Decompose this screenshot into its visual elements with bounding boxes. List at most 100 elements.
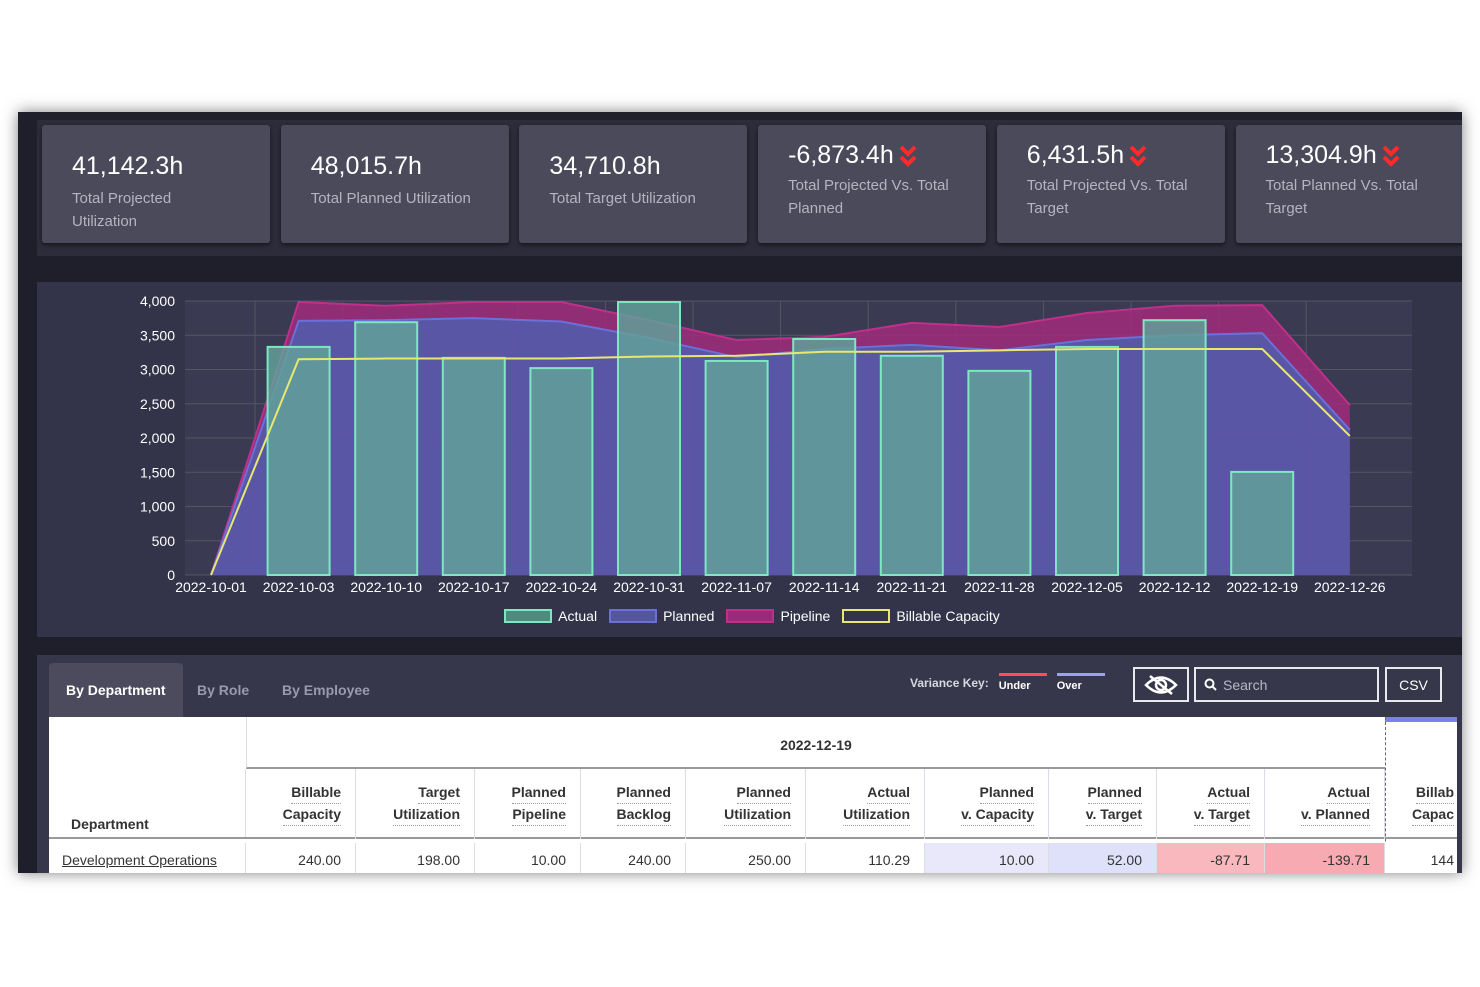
actual-bar <box>704 359 769 576</box>
card-value: 48,015.7h <box>310 152 422 180</box>
x-tick-label: 2022-10-01 <box>175 579 247 595</box>
double-chevron-down-icon <box>899 145 917 167</box>
actual-bar <box>266 345 331 576</box>
card-value: 34,710.8h <box>549 152 661 180</box>
y-tick-label: 1,000 <box>140 499 175 515</box>
x-tick-label: 2022-11-21 <box>877 579 948 595</box>
chart-legend: Actual Planned Pipeline Billable Capacity <box>37 608 1462 624</box>
card-label: Total Target Utilization <box>549 190 696 207</box>
legend-swatch <box>842 609 891 623</box>
x-tick-label: 2022-11-14 <box>789 579 860 595</box>
tab-by-role[interactable]: By Role <box>180 663 266 717</box>
column-header[interactable]: Billable Capacity <box>246 769 356 839</box>
header-line: Planned <box>511 782 566 804</box>
header-line: Billab <box>1415 782 1454 804</box>
card-label: Total Projected Vs. Total Planned <box>788 177 949 217</box>
table-cell: 10.00 <box>925 843 1049 873</box>
period-header: 2022-12-19 <box>246 717 1385 769</box>
card-label: Total Planned Utilization <box>310 190 471 207</box>
department-table: 2022-12-19 Department Billable Capacity Targ… <box>49 717 1457 873</box>
actual-bar <box>529 367 594 576</box>
table-cell: -87.71 <box>1157 843 1265 873</box>
actual-bar <box>617 301 681 577</box>
column-header[interactable]: Planned Utilization <box>686 769 806 839</box>
column-header[interactable]: Actual v. Planned <box>1265 769 1385 839</box>
card-label: Total Projected Vs. Total Target <box>1026 177 1188 217</box>
summary-cards: 41,142.3h Total Projected Utilization 48,0… <box>37 120 1462 256</box>
x-tick-label: 2022-12-19 <box>1226 579 1298 595</box>
header-line: Target <box>418 782 460 804</box>
tab-by-employee[interactable]: By Employee <box>265 663 387 717</box>
tab-by-department[interactable]: By Department <box>49 663 183 717</box>
under-swatch <box>998 673 1047 676</box>
x-tick-label: 2022-12-12 <box>1139 579 1211 595</box>
header-line: Backlog <box>616 804 671 826</box>
x-tick-label: 2022-12-26 <box>1314 579 1386 595</box>
table-cell: 110.29 <box>806 843 925 873</box>
search-placeholder: Search <box>1223 676 1268 693</box>
header-line: v. Target <box>1085 804 1142 826</box>
chart-svg: 0 500 1,000 1,500 2,000 2,500 3,000 3,500 4,000 2… <box>140 293 1412 595</box>
table-cell: 240.00 <box>246 843 356 873</box>
double-chevron-down-icon <box>1129 145 1147 167</box>
column-header[interactable]: Planned Pipeline <box>475 769 581 839</box>
actual-bar <box>441 356 506 577</box>
actual-bar <box>792 338 857 576</box>
table-cell: 198.00 <box>356 843 475 873</box>
column-header[interactable]: Actual Utilization <box>806 769 925 839</box>
actual-bar <box>354 321 419 576</box>
legend-item[interactable]: Actual <box>504 608 597 624</box>
summary-card: 34,710.8h Total Target Utilization <box>519 125 748 243</box>
actual-bar <box>879 354 944 576</box>
actual-bar <box>1055 345 1119 576</box>
x-tick-label: 2022-10-24 <box>526 579 598 595</box>
column-header[interactable]: Actual v. Target <box>1157 769 1265 839</box>
header-line: Actual <box>1327 782 1370 804</box>
header-line: Capac <box>1411 804 1454 826</box>
header-line: Planned <box>736 782 791 804</box>
summary-card: 13,304.9h Total Planned Vs. Total Target <box>1235 125 1462 243</box>
x-tick-label: 2022-10-17 <box>438 579 510 595</box>
column-header[interactable]: Planned Backlog <box>581 769 686 839</box>
header-line: Pipeline <box>512 804 566 826</box>
card-label: Total Projected Utilization <box>72 190 172 230</box>
header-line: Utilization <box>393 804 460 826</box>
card-value: -6,873.4h <box>788 141 894 169</box>
x-tick-label: 2022-10-03 <box>263 579 335 595</box>
y-tick-label: 2,000 <box>140 430 175 446</box>
column-header[interactable]: Billab Capac <box>1385 769 1457 839</box>
table-cell: 10.00 <box>475 843 581 873</box>
y-tick-label: 2,500 <box>140 396 175 412</box>
legend-item[interactable]: Planned <box>609 608 714 624</box>
summary-card: -6,873.4h Total Projected Vs. Total Plann… <box>758 125 987 243</box>
under-label: Under <box>998 680 1031 692</box>
column-header[interactable]: Planned v. Capacity <box>925 769 1049 839</box>
card-value: 13,304.9h <box>1265 141 1377 169</box>
card-label: Total Planned Vs. Total Target <box>1265 177 1418 217</box>
legend-item[interactable]: Billable Capacity <box>842 608 1000 624</box>
table-cell: 240.00 <box>581 843 686 873</box>
toggle-visibility-button[interactable] <box>1133 667 1189 702</box>
dashboard-window: 41,142.3h Total Projected Utilization 48,0… <box>18 112 1462 873</box>
actual-bar <box>1230 470 1295 576</box>
variance-under: Under <box>998 673 1047 693</box>
x-tick-label: 2022-11-07 <box>701 579 772 595</box>
department-link[interactable]: Development Operations <box>49 843 246 873</box>
y-tick-label: 0 <box>167 567 175 583</box>
y-tick-label: 3,500 <box>140 327 175 343</box>
variance-key-label: Variance Key: <box>910 676 989 690</box>
csv-button[interactable]: CSV <box>1385 667 1442 702</box>
column-header[interactable]: Planned v. Target <box>1049 769 1157 839</box>
column-header[interactable]: Target Utilization <box>356 769 475 839</box>
actual-bar <box>967 369 1032 577</box>
table-cell: 52.00 <box>1049 843 1157 873</box>
header-line: v. Capacity <box>961 804 1034 826</box>
header-line: Utilization <box>843 804 910 826</box>
over-label: Over <box>1056 680 1082 692</box>
y-tick-label: 1,500 <box>140 464 175 480</box>
y-tick-label: 500 <box>152 533 176 549</box>
search-input[interactable]: Search <box>1194 667 1379 702</box>
variance-key: Variance Key: Under Over <box>910 673 1105 701</box>
legend-item[interactable]: Pipeline <box>726 608 830 624</box>
y-tick-label: 3,000 <box>140 362 175 378</box>
